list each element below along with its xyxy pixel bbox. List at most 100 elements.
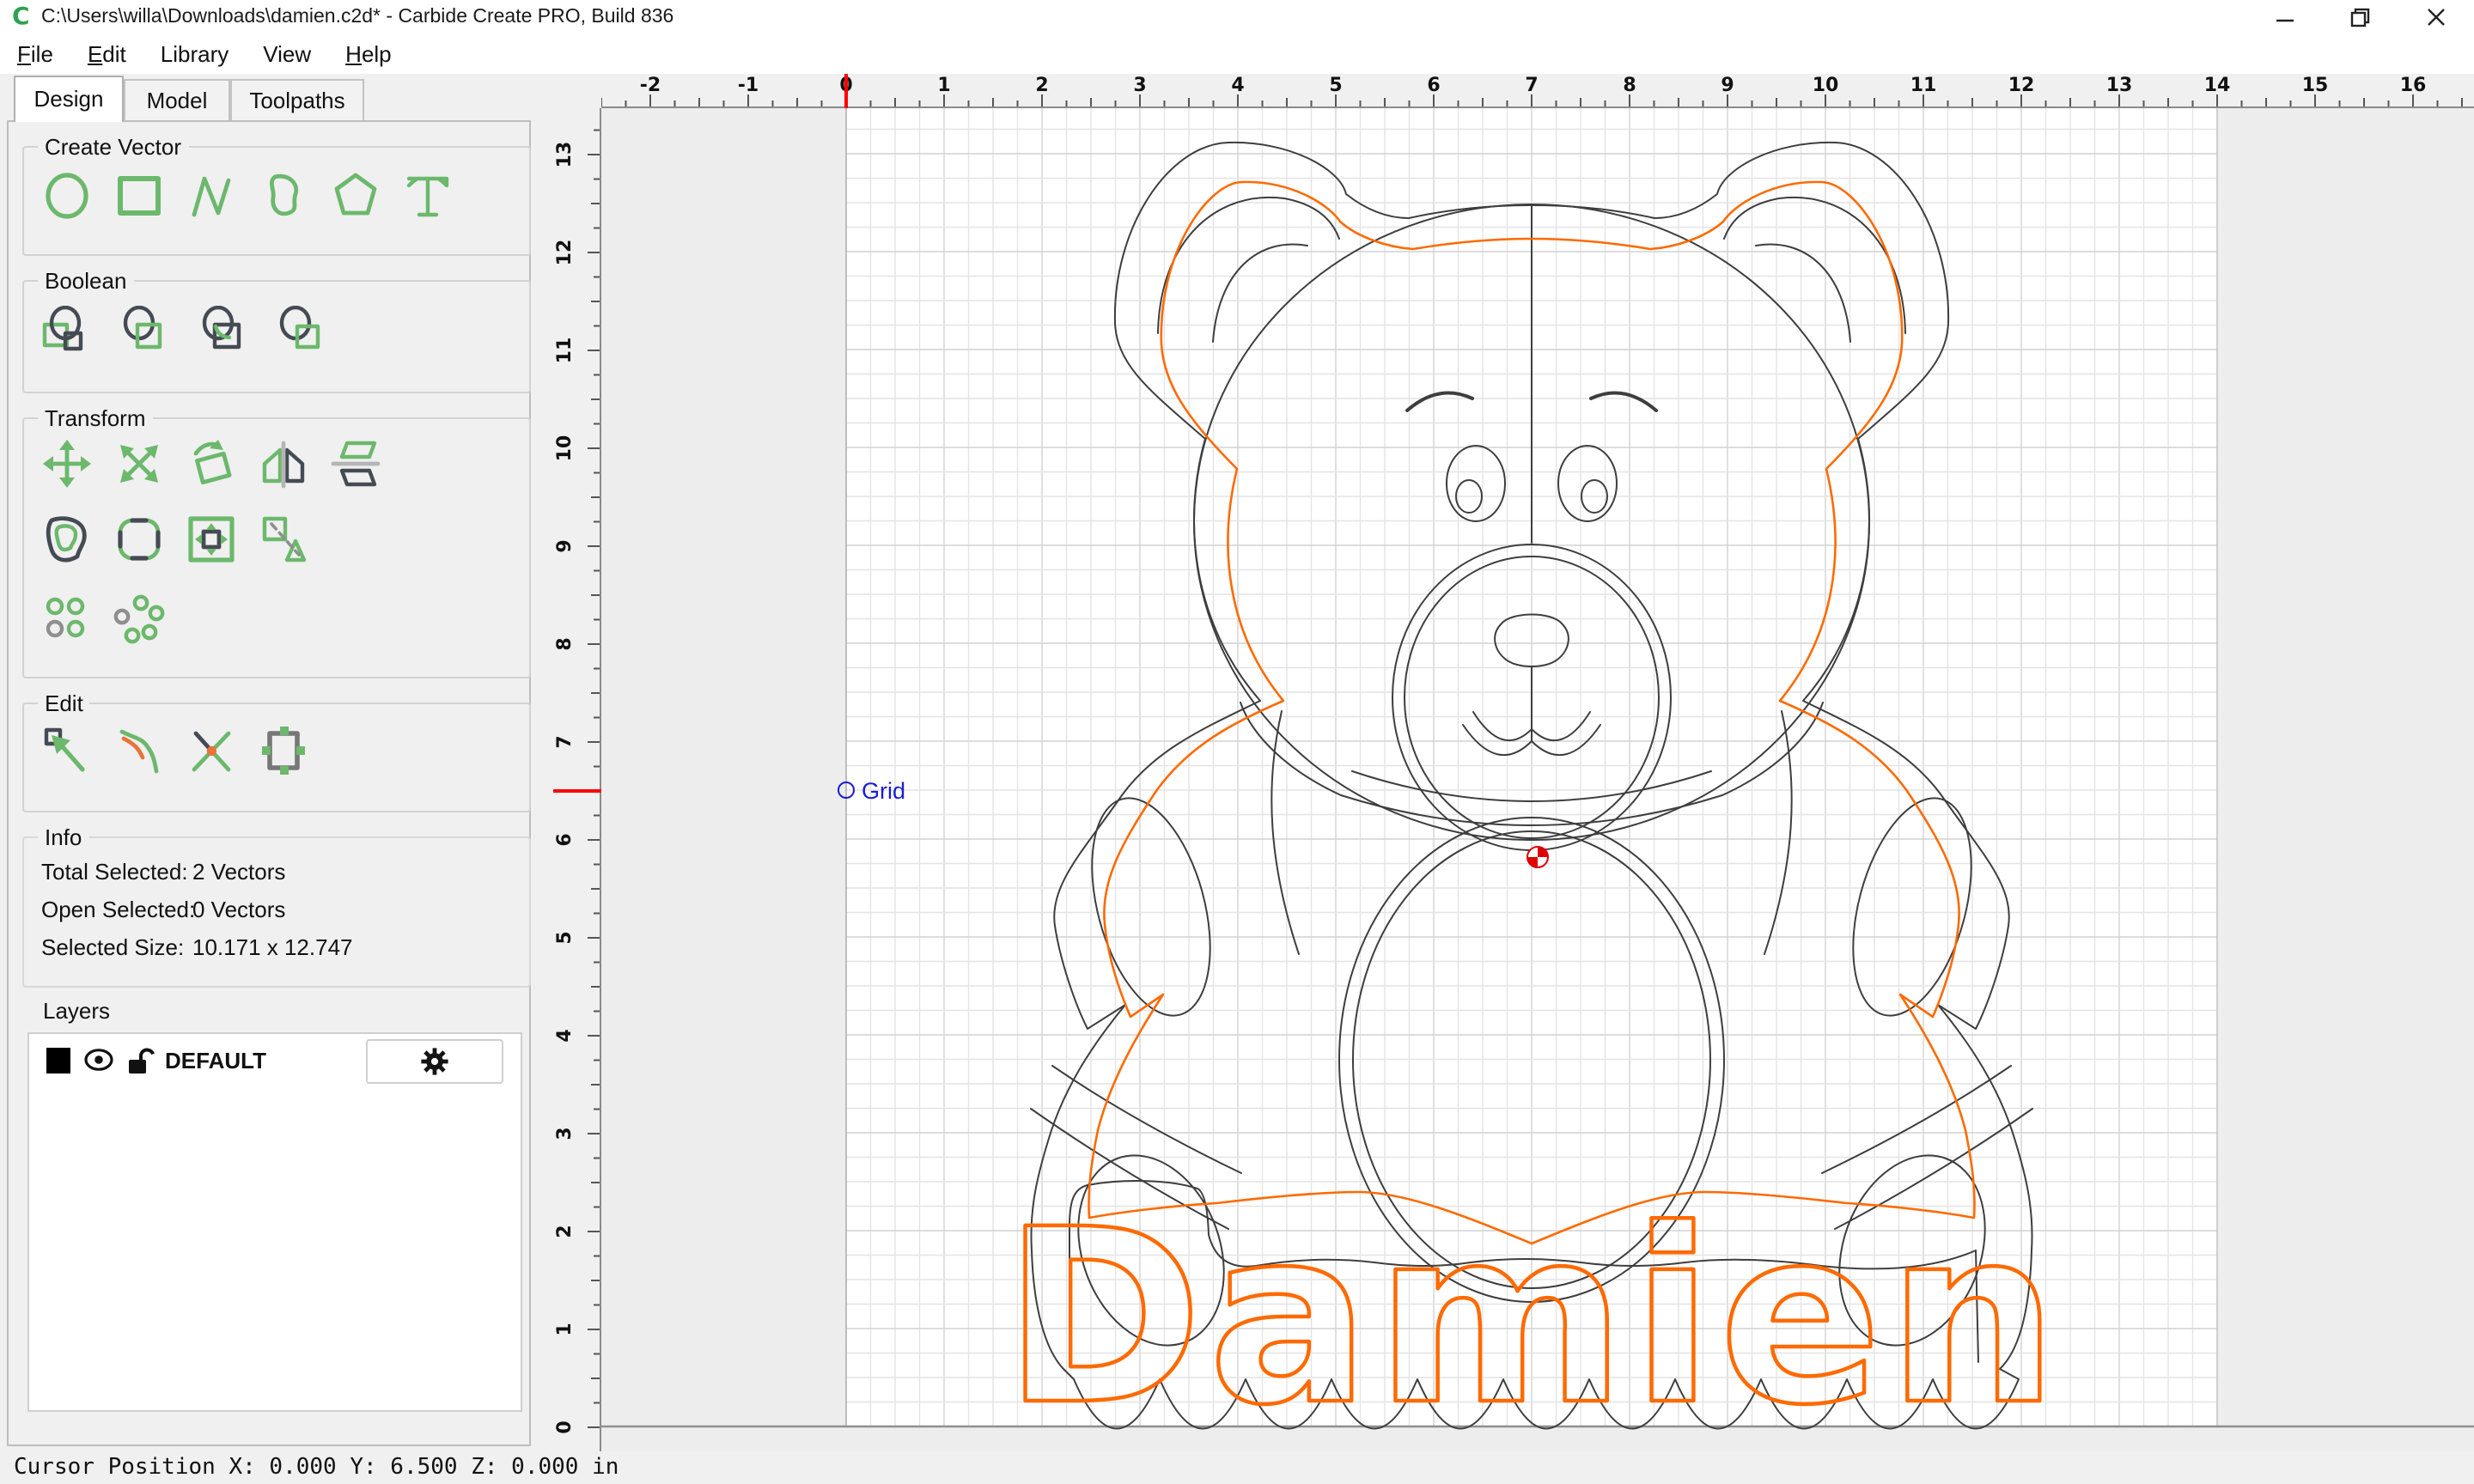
app-logo-icon: C <box>12 3 30 31</box>
create-vector-tools <box>38 168 457 223</box>
design-canvas[interactable]: DamienGrid <box>601 108 2474 1451</box>
svg-text:4: 4 <box>554 1029 576 1042</box>
svg-text:13: 13 <box>554 142 576 168</box>
mirror-v-tool-button[interactable] <box>326 436 385 491</box>
layer-name: DEFAULT <box>165 1047 266 1073</box>
svg-text:11: 11 <box>1910 75 1937 96</box>
group-transform: Transform <box>22 417 531 678</box>
transform-tools-row2 <box>38 512 313 567</box>
bool-subtract-button[interactable] <box>117 304 175 359</box>
boolean-tools <box>38 304 333 359</box>
svg-text:15: 15 <box>2302 75 2329 96</box>
cursor-position-readout: Cursor Position X: 0.000 Y: 6.500 Z: 0.0… <box>14 1455 618 1481</box>
menu-item-edit[interactable]: Edit <box>70 34 143 74</box>
menu-bar: FileEditLibraryViewHelp <box>0 34 2474 76</box>
scale-tool-button[interactable] <box>110 436 168 491</box>
svg-text:14: 14 <box>2204 75 2231 96</box>
layer-row-default[interactable]: DEFAULT <box>29 1034 521 1086</box>
minimize-icon <box>2275 7 2295 27</box>
group-title: Edit <box>38 690 90 716</box>
svg-text:2: 2 <box>1035 75 1048 96</box>
polyline-tool-button[interactable] <box>182 168 241 223</box>
curve-tool-button[interactable] <box>254 168 313 223</box>
inset-tool-button[interactable] <box>182 512 241 567</box>
minimize-button[interactable] <box>2247 0 2323 34</box>
close-button[interactable] <box>2398 0 2474 34</box>
info-total-selected: Total Selected: 2 Vectors <box>41 859 188 885</box>
layer-unlocked-icon[interactable] <box>127 1045 155 1074</box>
polygon-tool-button[interactable] <box>326 168 385 223</box>
svg-text:6: 6 <box>554 833 576 846</box>
tab-design[interactable]: Design <box>14 76 124 122</box>
svg-text:7: 7 <box>1525 75 1538 96</box>
menu-item-view[interactable]: View <box>246 34 328 74</box>
info-value: 0 Vectors <box>192 897 285 922</box>
svg-text:-1: -1 <box>738 75 759 96</box>
status-bar: Cursor Position X: 0.000 Y: 6.500 Z: 0.0… <box>0 1451 2474 1484</box>
offset-tool-button[interactable] <box>38 512 96 567</box>
ruler-vertical: 012345678910111213 <box>553 108 601 1451</box>
group-edit: Edit <box>22 702 531 812</box>
fillet-tool-button[interactable] <box>110 512 168 567</box>
svg-text:0: 0 <box>554 1420 576 1433</box>
svg-text:9: 9 <box>1721 75 1734 96</box>
group-title: Create Vector <box>38 134 188 160</box>
break-tool-button[interactable] <box>182 723 241 778</box>
svg-text:4: 4 <box>1231 75 1244 96</box>
svg-text:12: 12 <box>554 240 576 266</box>
info-open-selected: Open Selected: 0 Vectors <box>41 897 195 922</box>
title-bar: C C:\Users\willa\Downloads\damien.c2d* -… <box>0 0 2474 36</box>
group-title: Transform <box>38 405 153 431</box>
svg-text:5: 5 <box>1329 75 1342 96</box>
bool-union-button[interactable] <box>38 304 96 359</box>
svg-text:13: 13 <box>2106 75 2133 96</box>
svg-text:3: 3 <box>554 1127 576 1140</box>
ruler-horizontal: -2-1012345678910111213141516 <box>601 74 2474 108</box>
info-label: Selected Size: <box>41 934 184 960</box>
close-icon <box>2426 7 2447 27</box>
handles-tool-button[interactable] <box>254 723 313 778</box>
layer-settings-button[interactable] <box>366 1039 503 1084</box>
edit-tools <box>38 723 313 778</box>
distribute-tool-button[interactable] <box>110 591 168 646</box>
rect-tool-button[interactable] <box>110 168 168 223</box>
svg-text:9: 9 <box>554 539 576 552</box>
design-tab-pane: Create Vector Boolean Transform Edit Inf… <box>7 120 531 1446</box>
circle-tool-button[interactable] <box>38 168 96 223</box>
info-value: 10.171 x 12.747 <box>192 934 353 960</box>
move-tool-button[interactable] <box>38 436 96 491</box>
trim-tool-button[interactable] <box>254 512 313 567</box>
align-tool-button[interactable] <box>38 591 96 646</box>
layer-color-swatch[interactable] <box>46 1045 72 1074</box>
group-info: Info Total Selected: 2 Vectors Open Sele… <box>22 836 531 988</box>
layer-visibility-eye-icon[interactable] <box>84 1048 113 1072</box>
mirror-h-tool-button[interactable] <box>254 436 313 491</box>
svg-text:10: 10 <box>554 435 576 462</box>
svg-text:8: 8 <box>1623 75 1636 96</box>
group-boolean: Boolean <box>22 280 531 393</box>
left-panel: Design Model Toolpaths Create Vector Boo… <box>0 74 553 1451</box>
rotate-tool-button[interactable] <box>182 436 241 491</box>
svg-text:7: 7 <box>554 735 576 748</box>
menu-item-file[interactable]: File <box>0 34 70 74</box>
group-title: Info <box>38 824 88 850</box>
svg-text:16: 16 <box>2400 75 2427 96</box>
restore-button[interactable] <box>2323 0 2398 34</box>
text-tool-button[interactable] <box>399 168 457 223</box>
info-value: 2 Vectors <box>192 859 285 885</box>
svg-text:-2: -2 <box>640 75 661 96</box>
svg-text:8: 8 <box>554 637 576 650</box>
group-create-vector: Create Vector <box>22 146 531 256</box>
layers-list: DEFAULT <box>27 1032 522 1412</box>
bool-xor-button[interactable] <box>275 304 333 359</box>
tab-model[interactable]: Model <box>124 79 230 120</box>
menu-item-help[interactable]: Help <box>328 34 409 74</box>
menu-item-library[interactable]: Library <box>143 34 247 74</box>
group-title: Layers <box>36 998 117 1024</box>
bool-intersect-button[interactable] <box>196 304 254 359</box>
fair-curve-tool-button[interactable] <box>110 723 168 778</box>
tab-toolpaths[interactable]: Toolpaths <box>230 79 364 120</box>
transform-tools-row3 <box>38 591 168 646</box>
node-edit-tool-button[interactable] <box>38 723 96 778</box>
window-title: C:\Users\willa\Downloads\damien.c2d* - C… <box>41 7 673 27</box>
